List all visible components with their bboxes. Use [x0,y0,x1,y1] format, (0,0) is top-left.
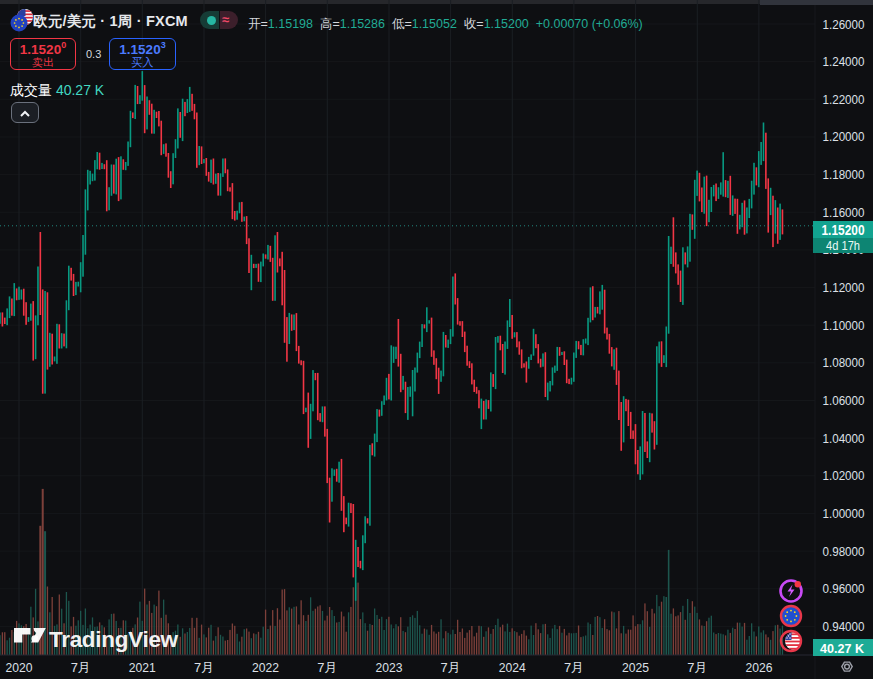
svg-text:TradingView: TradingView [49,627,179,652]
svg-text:1.00000: 1.00000 [823,506,865,521]
svg-text:7月: 7月 [564,660,584,675]
svg-text:2026: 2026 [745,660,772,675]
svg-text:2024: 2024 [499,660,526,675]
svg-text:2023: 2023 [376,660,403,675]
svg-text:1.02000: 1.02000 [823,468,865,483]
svg-text:0.96000: 0.96000 [823,581,865,596]
svg-text:2022: 2022 [252,660,279,675]
svg-text:1.10000: 1.10000 [823,318,865,333]
svg-text:7月: 7月 [71,660,91,675]
svg-text:2020: 2020 [6,660,33,675]
svg-text:1.20000: 1.20000 [823,129,865,144]
svg-text:1.04000: 1.04000 [823,431,865,446]
svg-text:1.26000: 1.26000 [823,17,865,32]
svg-text:7月: 7月 [194,660,214,675]
svg-text:1.18000: 1.18000 [823,167,865,182]
svg-text:1.06000: 1.06000 [823,393,865,408]
svg-text:2021: 2021 [129,660,156,675]
svg-text:2025: 2025 [622,660,649,675]
svg-text:1.08000: 1.08000 [823,355,865,370]
svg-text:1.24000: 1.24000 [823,54,865,69]
svg-text:1.22000: 1.22000 [823,92,865,107]
svg-text:0.94000: 0.94000 [823,619,865,634]
svg-text:1.16000: 1.16000 [823,205,865,220]
svg-text:0.98000: 0.98000 [823,544,865,559]
svg-text:40.27 K: 40.27 K [820,641,864,656]
svg-text:1.12000: 1.12000 [823,280,865,295]
svg-text:1.15200: 1.15200 [822,222,865,238]
svg-text:7月: 7月 [687,660,707,675]
svg-text:7月: 7月 [441,660,461,675]
svg-text:7月: 7月 [317,660,337,675]
svg-text:4d 17h: 4d 17h [826,239,860,253]
